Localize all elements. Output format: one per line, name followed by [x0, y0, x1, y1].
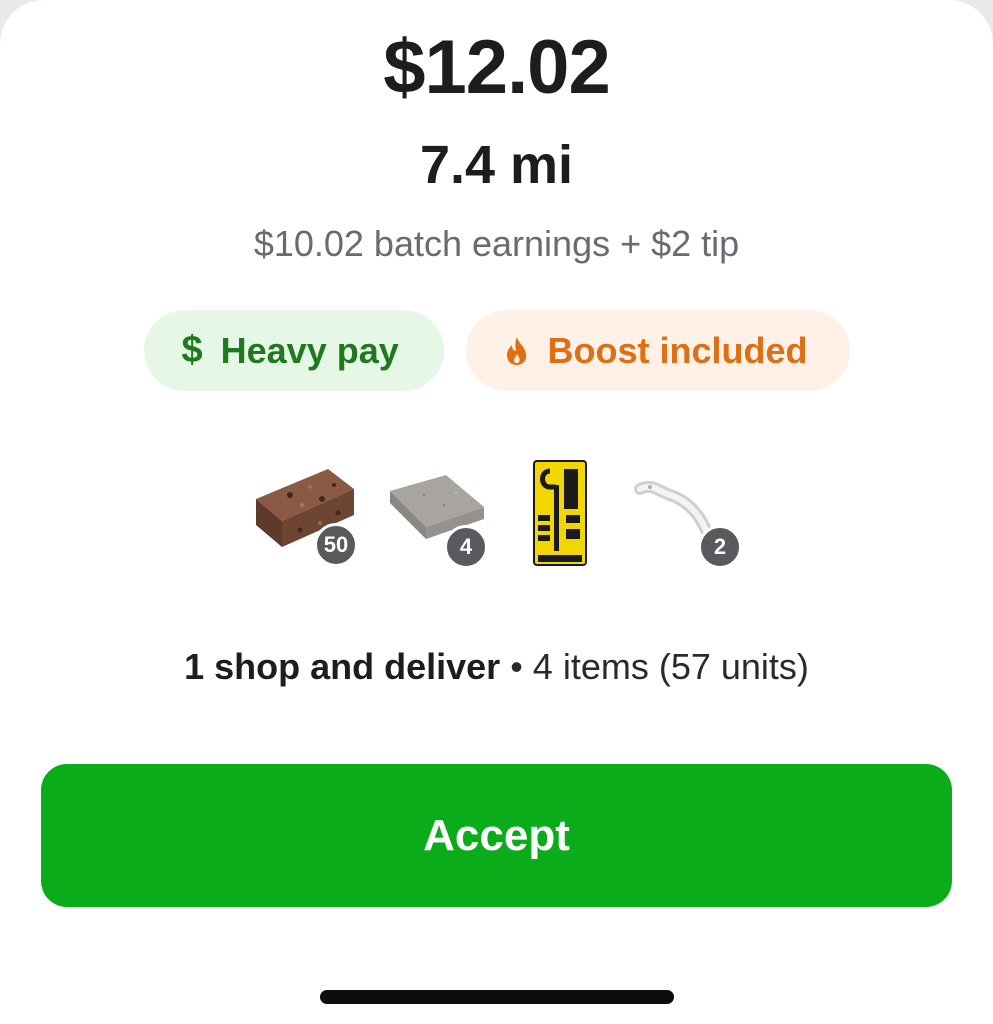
item-thumbnail[interactable]: 50: [250, 455, 370, 575]
flame-icon: [504, 336, 530, 366]
offer-sheet: $12.02 7.4 mi $10.02 batch earnings + $2…: [0, 0, 993, 1024]
offer-badges: $ Heavy pay Boost included: [0, 310, 993, 391]
batch-summary: 1 shop and deliver • 4 items (57 units): [0, 644, 993, 690]
item-thumbnail[interactable]: 2: [632, 455, 752, 575]
batch-item-count: 4 items (57 units): [532, 646, 809, 687]
summary-separator: •: [510, 646, 523, 687]
heavy-pay-label: Heavy pay: [220, 329, 399, 371]
boost-included-label: Boost included: [547, 329, 808, 371]
item-thumbnail[interactable]: 4: [384, 455, 504, 575]
item-thumbnails: 50 4 2: [0, 455, 993, 575]
heavy-pay-badge: $ Heavy pay: [143, 310, 444, 391]
home-indicator: [320, 990, 674, 1004]
offer-distance: 7.4 mi: [419, 135, 574, 195]
item-quantity-badge: 50: [314, 523, 358, 567]
item-quantity-badge: 4: [444, 525, 488, 569]
ceiling-hook-package-icon: [533, 460, 587, 566]
offer-price: $12.02: [383, 25, 610, 110]
boost-included-badge: Boost included: [465, 310, 850, 391]
batch-type: 1 shop and deliver: [184, 646, 501, 687]
dollar-icon: $: [181, 329, 203, 371]
earnings-breakdown: $10.02 batch earnings + $2 tip: [253, 223, 740, 264]
item-quantity-badge: 2: [698, 525, 742, 569]
item-thumbnail[interactable]: [500, 455, 620, 575]
accept-button[interactable]: Accept: [41, 764, 952, 907]
